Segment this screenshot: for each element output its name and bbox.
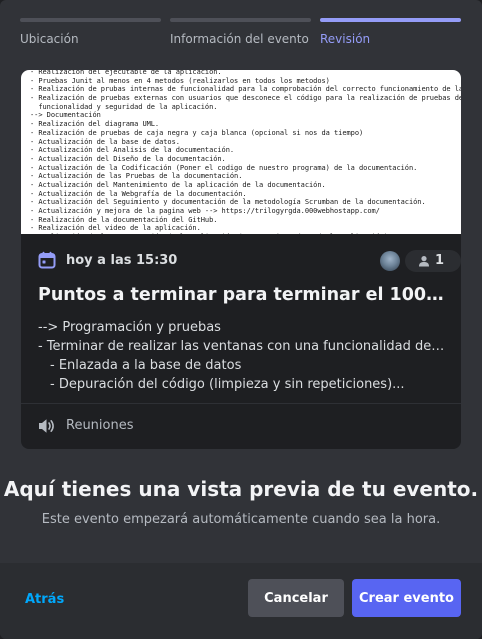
- modal-footer: Atrás Cancelar Crear evento: [0, 563, 482, 639]
- cover-text-line: - Realización de pruebas de caja negra y…: [30, 128, 364, 137]
- cover-text-line: - Pruebas Junit al menos en 4 metodos (r…: [30, 76, 330, 85]
- create-event-button[interactable]: Crear evento: [352, 579, 461, 617]
- interested-count-badge[interactable]: 1: [405, 250, 461, 272]
- cover-text-line: - Actualización de las Pruebas de la doc…: [30, 172, 243, 181]
- event-location: Reuniones: [66, 418, 134, 433]
- step-label: Revisión: [320, 32, 371, 46]
- cover-text-line: - Realización de pruebas externas con us…: [30, 94, 461, 103]
- description-line: - Depuración del código (limpieza y sin …: [50, 377, 405, 392]
- calendar-icon: [38, 251, 56, 269]
- step-progress: Ubicación Información del evento Revisió…: [20, 18, 462, 48]
- cover-text-line: - Actualización y mejora de la pagina we…: [30, 207, 380, 215]
- step-label: Ubicación: [20, 32, 79, 46]
- cover-text-line: - Realización de la presentación de la a…: [30, 233, 461, 234]
- cancel-button[interactable]: Cancelar: [248, 579, 344, 617]
- cover-text-line: - Realización de prubas internas de func…: [30, 85, 461, 94]
- cover-text-line: --> Documentación: [30, 111, 101, 120]
- create-event-modal: Ubicación Información del evento Revisió…: [0, 0, 482, 639]
- description-line: --> Programación y pruebas: [38, 320, 221, 335]
- event-location-row: Reuniones: [38, 416, 438, 436]
- cover-text-line: - Actualización del Analisis de la docum…: [30, 146, 235, 155]
- step-label: Información del evento: [170, 32, 309, 46]
- step-bar: [320, 18, 461, 22]
- preview-heading: Aquí tienes una vista previa de tu event…: [3, 477, 479, 501]
- description-line: - Terminar de realizar las ventanas con …: [38, 339, 446, 354]
- cover-text-line: - Actualización de la Webgrafía de la do…: [30, 189, 247, 198]
- cover-text: - Realización del ejecutable de la aplic…: [30, 70, 461, 234]
- cover-text-line: funcionalidad y seguridad de la aplicaci…: [30, 102, 218, 111]
- avatar[interactable]: [380, 251, 400, 271]
- preview-subtext: Este evento empezará automáticamente cua…: [41, 512, 441, 527]
- event-datetime: hoy a las 15:30: [66, 253, 178, 268]
- cover-text-line: - Actualización del Seguimiento y docume…: [30, 198, 426, 207]
- cover-image: - Realización del ejecutable de la aplic…: [21, 70, 461, 234]
- cover-text-line: - Actualización de la base de datos.: [30, 137, 180, 146]
- cover-text-line: - Realización del video de la aplicación…: [30, 224, 201, 233]
- event-description: --> Programación y pruebas - Terminar de …: [38, 318, 446, 394]
- person-icon: [419, 256, 429, 267]
- event-title: Puntos a terminar para terminar el 100% …: [38, 285, 446, 305]
- cover-text-line: - Actualización del Diseño de la documen…: [30, 154, 226, 163]
- event-meta-row: hoy a las 15:30 1: [38, 250, 461, 272]
- cover-text-line: - Realización de la documentación del Gi…: [30, 215, 218, 224]
- cover-text-line: - Realización del ejecutable de la aplic…: [30, 70, 222, 76]
- back-link[interactable]: Atrás: [25, 592, 64, 607]
- interested-count: 1: [435, 253, 445, 268]
- step-bar: [170, 18, 311, 22]
- speaker-icon: [39, 419, 54, 433]
- cover-text-line: - Realización del diagrama UML.: [30, 120, 160, 129]
- description-line: - Enlazada a la base de datos: [50, 358, 242, 373]
- event-preview-card: - Realización del ejecutable de la aplic…: [21, 70, 461, 449]
- cover-text-line: - Actualización del Mantenimiento de la …: [30, 180, 326, 189]
- cover-text-line: - Actualización de la Codificación (Pone…: [30, 163, 418, 172]
- step-bar: [20, 18, 161, 22]
- divider: [21, 403, 461, 404]
